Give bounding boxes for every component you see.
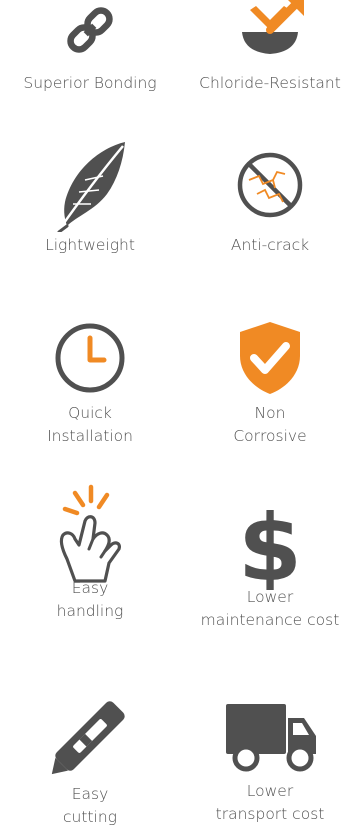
- feature-label: Anti-crack: [230, 236, 310, 254]
- feature-chloride-resistant: Chloride-Resistant: [180, 0, 360, 95]
- truck-icon: [226, 704, 316, 772]
- feature-lower-maintenance-cost: $ Lower maintenance cost: [180, 500, 360, 632]
- svg-text:$: $: [238, 500, 302, 590]
- utility-knife-icon: [51, 701, 125, 775]
- anti-crack-icon: [237, 152, 303, 218]
- feature-non-corrosive: Non Corrosive: [180, 318, 360, 448]
- feature-label: Superior Bonding: [23, 74, 157, 92]
- feature-label: Easy cutting: [63, 785, 117, 826]
- hand-snap-icon: [59, 484, 121, 583]
- feature-lower-transport-cost: Lower transport cost: [180, 700, 360, 826]
- feature-label: Quick Installation: [47, 404, 133, 445]
- feature-easy-cutting: Easy cutting: [0, 693, 180, 829]
- feature-label: Chloride-Resistant: [199, 74, 341, 92]
- feature-label: Lower transport cost: [215, 782, 325, 823]
- shield-check-icon: [240, 322, 300, 394]
- feature-label: Lightweight: [45, 236, 135, 254]
- feature-superior-bonding: Superior Bonding: [0, 0, 180, 95]
- feature-lightweight: Lightweight: [0, 140, 180, 257]
- feature-label: Lower maintenance cost: [200, 588, 340, 629]
- feature-label: Easy handling: [56, 579, 124, 620]
- feature-easy-handling: Easy handling: [0, 483, 180, 623]
- dollar-icon: $: [238, 500, 302, 590]
- feature-anti-crack: Anti-crack: [180, 150, 360, 257]
- link-icon: [67, 7, 113, 53]
- feature-quick-installation: Quick Installation: [0, 318, 180, 448]
- feather-icon: [57, 142, 125, 232]
- chloride-resistant-icon: [242, 0, 304, 54]
- feature-label: Non Corrosive: [233, 404, 307, 445]
- clock-icon: [55, 323, 125, 393]
